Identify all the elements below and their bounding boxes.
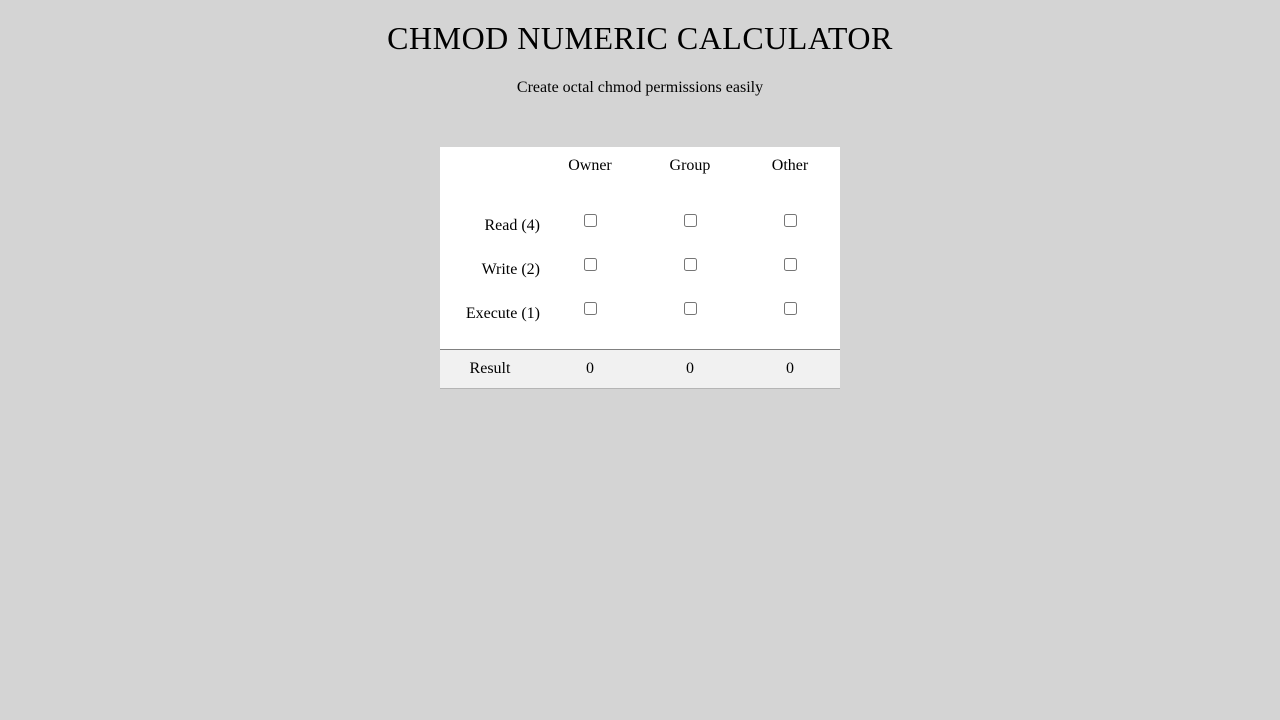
checkbox-other-write[interactable] — [784, 258, 797, 271]
checkbox-owner-execute[interactable] — [584, 302, 597, 315]
row-execute: Execute (1) — [440, 289, 840, 333]
header-other: Other — [740, 147, 840, 185]
result-owner: 0 — [540, 350, 640, 389]
checkbox-group-write[interactable] — [684, 258, 697, 271]
main-container: CHMOD NUMERIC CALCULATOR Create octal ch… — [0, 0, 1280, 389]
result-group: 0 — [640, 350, 740, 389]
calculator-panel: Owner Group Other Read (4) Write (2) — [0, 147, 1280, 389]
label-write: Write (2) — [440, 245, 540, 289]
checkbox-group-read[interactable] — [684, 214, 697, 227]
page-title: CHMOD NUMERIC CALCULATOR — [0, 20, 1280, 57]
label-read: Read (4) — [440, 201, 540, 245]
checkbox-owner-write[interactable] — [584, 258, 597, 271]
checkbox-other-read[interactable] — [784, 214, 797, 227]
checkbox-owner-read[interactable] — [584, 214, 597, 227]
page-subtitle: Create octal chmod permissions easily — [0, 79, 1280, 97]
header-empty — [440, 147, 540, 185]
result-label: Result — [440, 350, 540, 389]
row-read: Read (4) — [440, 201, 840, 245]
result-other: 0 — [740, 350, 840, 389]
checkbox-group-execute[interactable] — [684, 302, 697, 315]
permission-table: Owner Group Other Read (4) Write (2) — [440, 147, 840, 389]
header-owner: Owner — [540, 147, 640, 185]
result-row: Result 0 0 0 — [440, 350, 840, 389]
row-write: Write (2) — [440, 245, 840, 289]
checkbox-other-execute[interactable] — [784, 302, 797, 315]
label-execute: Execute (1) — [440, 289, 540, 333]
header-group: Group — [640, 147, 740, 185]
